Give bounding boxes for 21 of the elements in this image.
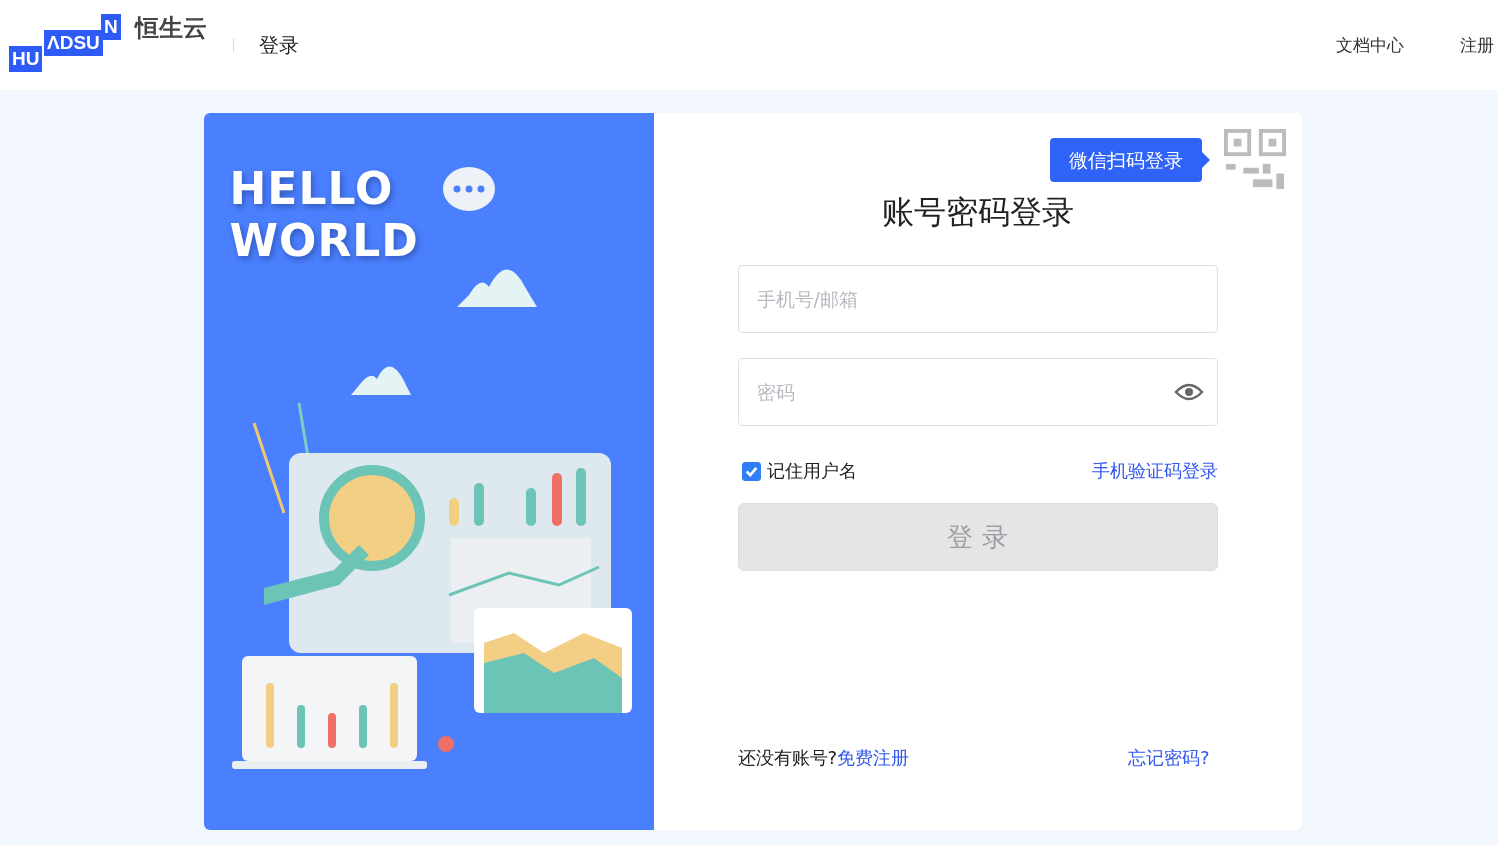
tooltip-pointer-icon [1201, 152, 1210, 168]
nav-link[interactable]: 文档中心 [1336, 33, 1404, 57]
signup-link[interactable]: 免费注册 [837, 747, 910, 768]
page-title: 登录 [259, 31, 299, 59]
password-field[interactable]: 密码 [737, 358, 1218, 426]
sms-login-link[interactable]: 手机验证码登录 [1091, 459, 1218, 483]
logo-text: ΛDSU [44, 30, 103, 56]
remember-checkbox[interactable] [741, 461, 761, 481]
wechat-scan-tooltip[interactable]: 微信扫码登录 [1049, 138, 1202, 182]
logo-text: HU [9, 46, 43, 72]
login-title: 账号密码登录 [880, 192, 1075, 233]
banner-heading: WORLD [229, 215, 419, 267]
eye-icon[interactable] [1173, 382, 1204, 402]
account-field[interactable]: 手机号/邮箱 [737, 265, 1218, 333]
brand-name: 恒生云 [135, 13, 207, 44]
remember-label: 记住用户名 [766, 459, 857, 483]
signup-prompt: 还没有账号? [737, 747, 838, 768]
banner-heading: HELLO [229, 163, 395, 215]
nav-link[interactable]: 注册 [1460, 33, 1494, 57]
logo-text: N [101, 14, 121, 40]
forgot-password-link[interactable]: 忘记密码? [1127, 746, 1210, 770]
